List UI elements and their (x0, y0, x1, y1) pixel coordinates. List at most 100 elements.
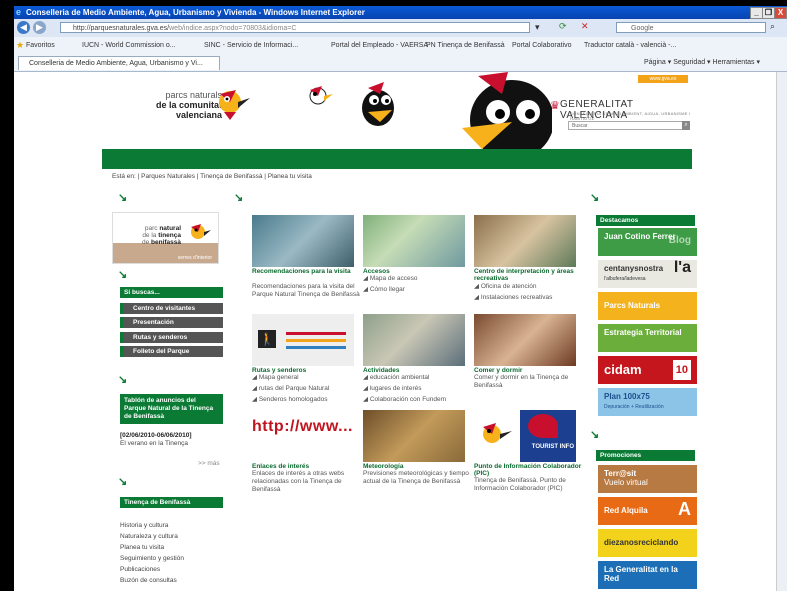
banner-parcs-naturals[interactable]: Parcs Naturals (598, 292, 697, 320)
logo-text-6: benifassà (151, 239, 181, 246)
banner-parcs-label: Parcs Naturals (604, 301, 661, 310)
tile-image-interpretation[interactable] (474, 215, 576, 267)
breadcrumb-path[interactable]: | Parques Naturales | Tinença de Benifas… (138, 173, 312, 180)
tile-title-food[interactable]: Comer y dormir (474, 367, 584, 374)
tile-image-activities[interactable] (363, 314, 465, 366)
banner-cidam-label: cidam (604, 362, 642, 377)
tile-bullet-interp-2-text: Instalaciones recreativas (480, 294, 553, 301)
park-logo-box[interactable]: parc natural de la tinença de benifassà … (112, 212, 219, 264)
link-monitoring[interactable]: Seguimiento y gestión (120, 555, 184, 563)
tile-bullet-routes-1[interactable]: ◢ Mapa general (252, 374, 364, 382)
fav-item-3[interactable]: Portal del Empleado - VAERSA (331, 37, 428, 54)
ie-logo-icon: e (16, 7, 22, 17)
promo-generalitat-red[interactable]: La Generalitat en la Red (598, 561, 697, 589)
banner-cidam[interactable]: cidam 10 (598, 356, 697, 384)
section-head-tinenca: Tinença de Benifassà (120, 497, 223, 508)
notice-text[interactable]: El verano en la Tinença (120, 440, 188, 448)
favorites-label[interactable]: Favoritos (26, 37, 55, 54)
tile-bullet-interp-1[interactable]: ◢ Oficina de atención (474, 283, 586, 291)
stop-icon[interactable]: ✕ (581, 21, 589, 32)
link-inbox[interactable]: Buzón de consultas (120, 577, 177, 585)
notice-date: [02/06/2010-06/06/2010] (120, 432, 192, 439)
tile-title-routes[interactable]: Rutas y senderos (252, 367, 362, 374)
tile-bullet-act-3[interactable]: ◢ Colaboración con Fundem (363, 396, 475, 404)
tile-title-pic[interactable]: Punto de Información Colaborador (PIC) (474, 463, 584, 477)
tile-bullet-routes-2[interactable]: ◢ rutas del Parque Natural (252, 385, 364, 393)
link-nature[interactable]: Naturaleza y cultura (120, 533, 178, 541)
breadcrumb: Está en: | Parques Naturales | Tinença d… (112, 173, 312, 180)
arrow-left-col-icon: ↘ (118, 192, 128, 204)
banner-blog[interactable]: Juan Cotino Ferrer Blog (598, 228, 697, 256)
tile-title-recommendations[interactable]: Recomendaciones para la visita (252, 268, 362, 275)
tile-image-food[interactable] (474, 314, 576, 366)
tile-bullet-routes-2-text: rutas del Parque Natural (258, 385, 330, 392)
fav-item-2[interactable]: SINC - Servicio de Informaci... (204, 37, 298, 54)
promo-red-alquila[interactable]: Red Alquila A (598, 497, 697, 525)
back-icon[interactable]: ◀ (17, 21, 30, 34)
tile-title-access[interactable]: Accesos (363, 268, 473, 275)
tile-title-interpretation[interactable]: Centro de interpretación y áreas recreat… (474, 268, 584, 282)
tile-image-pic[interactable]: TOURIST INFO (474, 410, 576, 462)
gva-url-badge[interactable]: www.gva.es (638, 75, 688, 83)
search-input[interactable]: Google (616, 22, 766, 33)
tile-bullet-act-3-text: Colaboración con Fundem (369, 396, 447, 403)
forward-icon[interactable]: ▶ (33, 21, 46, 34)
banner-cidam-tag: 10 (672, 360, 691, 380)
tile-title-activities[interactable]: Actividades (363, 367, 473, 374)
search-icon[interactable]: ⌕ (770, 21, 775, 32)
tab-current[interactable]: Conselleria de Medio Ambiente, Agua, Urb… (18, 56, 220, 70)
command-bar-tools[interactable]: Página ▾ Seguridad ▾ Herramientas ▾ (644, 54, 760, 71)
refresh-icon[interactable]: ⟳ (559, 21, 567, 32)
tile-desc-recommendations: Recomendaciones para la visita del Parqu… (252, 283, 360, 298)
bird-mascot-large-icon (362, 82, 394, 126)
tile-image-routes[interactable]: 🚶 (252, 314, 354, 366)
tile-bullet-act-2[interactable]: ◢ lugares de interés (363, 385, 475, 393)
fav-item-6[interactable]: Traductor català - valencià -... (584, 37, 676, 54)
menu-presentation[interactable]: Presentación (120, 317, 223, 328)
tile-bullet-act-1[interactable]: ◢ educación ambiental (363, 374, 475, 382)
link-plan-visit[interactable]: Planea tu visita (120, 544, 164, 552)
menu-routes[interactable]: Rutas y senderos (120, 332, 223, 343)
link-publications[interactable]: Publicaciones (120, 566, 160, 574)
banner-centanys[interactable]: centanysnostra l'albufera/ladevesa l'a (598, 260, 697, 288)
site-search-input[interactable]: Buscar (568, 121, 690, 130)
tile-bullet-routes-3[interactable]: ◢ Senderos homologados (252, 396, 364, 404)
tile-desc-pic: Tinença de Benifassà. Punto de Informaci… (474, 477, 566, 492)
dropdown-icon[interactable]: ▾ (535, 22, 540, 33)
promo-reciclando[interactable]: diezanosreciclando (598, 529, 697, 557)
arrow-section-icon: ↘ (118, 476, 128, 488)
tile-title-links[interactable]: Enlaces de interés (252, 463, 362, 470)
search-section-head: Si buscas... (120, 287, 223, 298)
promo-red-alquila-label: Red Alquila (604, 506, 648, 515)
banner-plan[interactable]: Plan 100x75 Depuración + Reutilización (598, 388, 697, 416)
promotions-head: Promociones (596, 450, 695, 461)
tile-bullet-access-2[interactable]: ◢ Cómo llegar (363, 286, 475, 294)
notice-more-link[interactable]: >> más (198, 460, 220, 468)
fav-item-1[interactable]: IUCN - World Commission o... (82, 37, 176, 54)
tile-image-access-map[interactable] (363, 215, 465, 267)
arrow-promos-icon: ↘ (590, 429, 600, 441)
promo-terrasit-sub: Vuelo virtual (604, 478, 648, 487)
browser-window: e Conselleria de Medio Ambiente, Agua, U… (14, 6, 787, 591)
site-search-icon[interactable]: ⌕ (682, 121, 690, 130)
url-input[interactable]: http://parquesnaturales.gva.es/web/indic… (60, 22, 530, 33)
promo-terrasit[interactable]: Terr@sit Vuelo virtual (598, 465, 697, 493)
link-history[interactable]: Historia y cultura (120, 522, 168, 530)
tile-bullet-interp-2[interactable]: ◢ Instalaciones recreativas (474, 294, 586, 302)
address-bar: ◀ ▶ http://parquesnaturales.gva.es/web/i… (14, 19, 787, 38)
tile-image-recommendations[interactable] (252, 215, 354, 267)
logo-text-2: natural (159, 225, 181, 232)
tile-bullet-access-1-text: Mapa de acceso (369, 275, 418, 282)
tile-title-weather[interactable]: Meteorología (363, 463, 473, 470)
featured-head: Destacamos (596, 215, 695, 226)
fav-item-5[interactable]: Portal Colaborativo (512, 37, 572, 54)
close-button[interactable]: X (774, 7, 787, 19)
menu-visitor-center[interactable]: Centro de visitantes (120, 303, 223, 314)
tile-bullet-access-1[interactable]: ◢ Mapa de acceso (363, 275, 475, 283)
banner-estrategia[interactable]: Estrategia Territorial (598, 324, 697, 352)
notice-board-head: Tablón de anuncios del Parque Natural de… (120, 394, 223, 424)
tile-image-weather[interactable] (363, 410, 465, 462)
menu-brochure[interactable]: Folleto del Parque (120, 346, 223, 357)
vertical-scrollbar[interactable] (776, 72, 787, 591)
fav-item-4[interactable]: PN Tinença de Benifassà (426, 37, 505, 54)
